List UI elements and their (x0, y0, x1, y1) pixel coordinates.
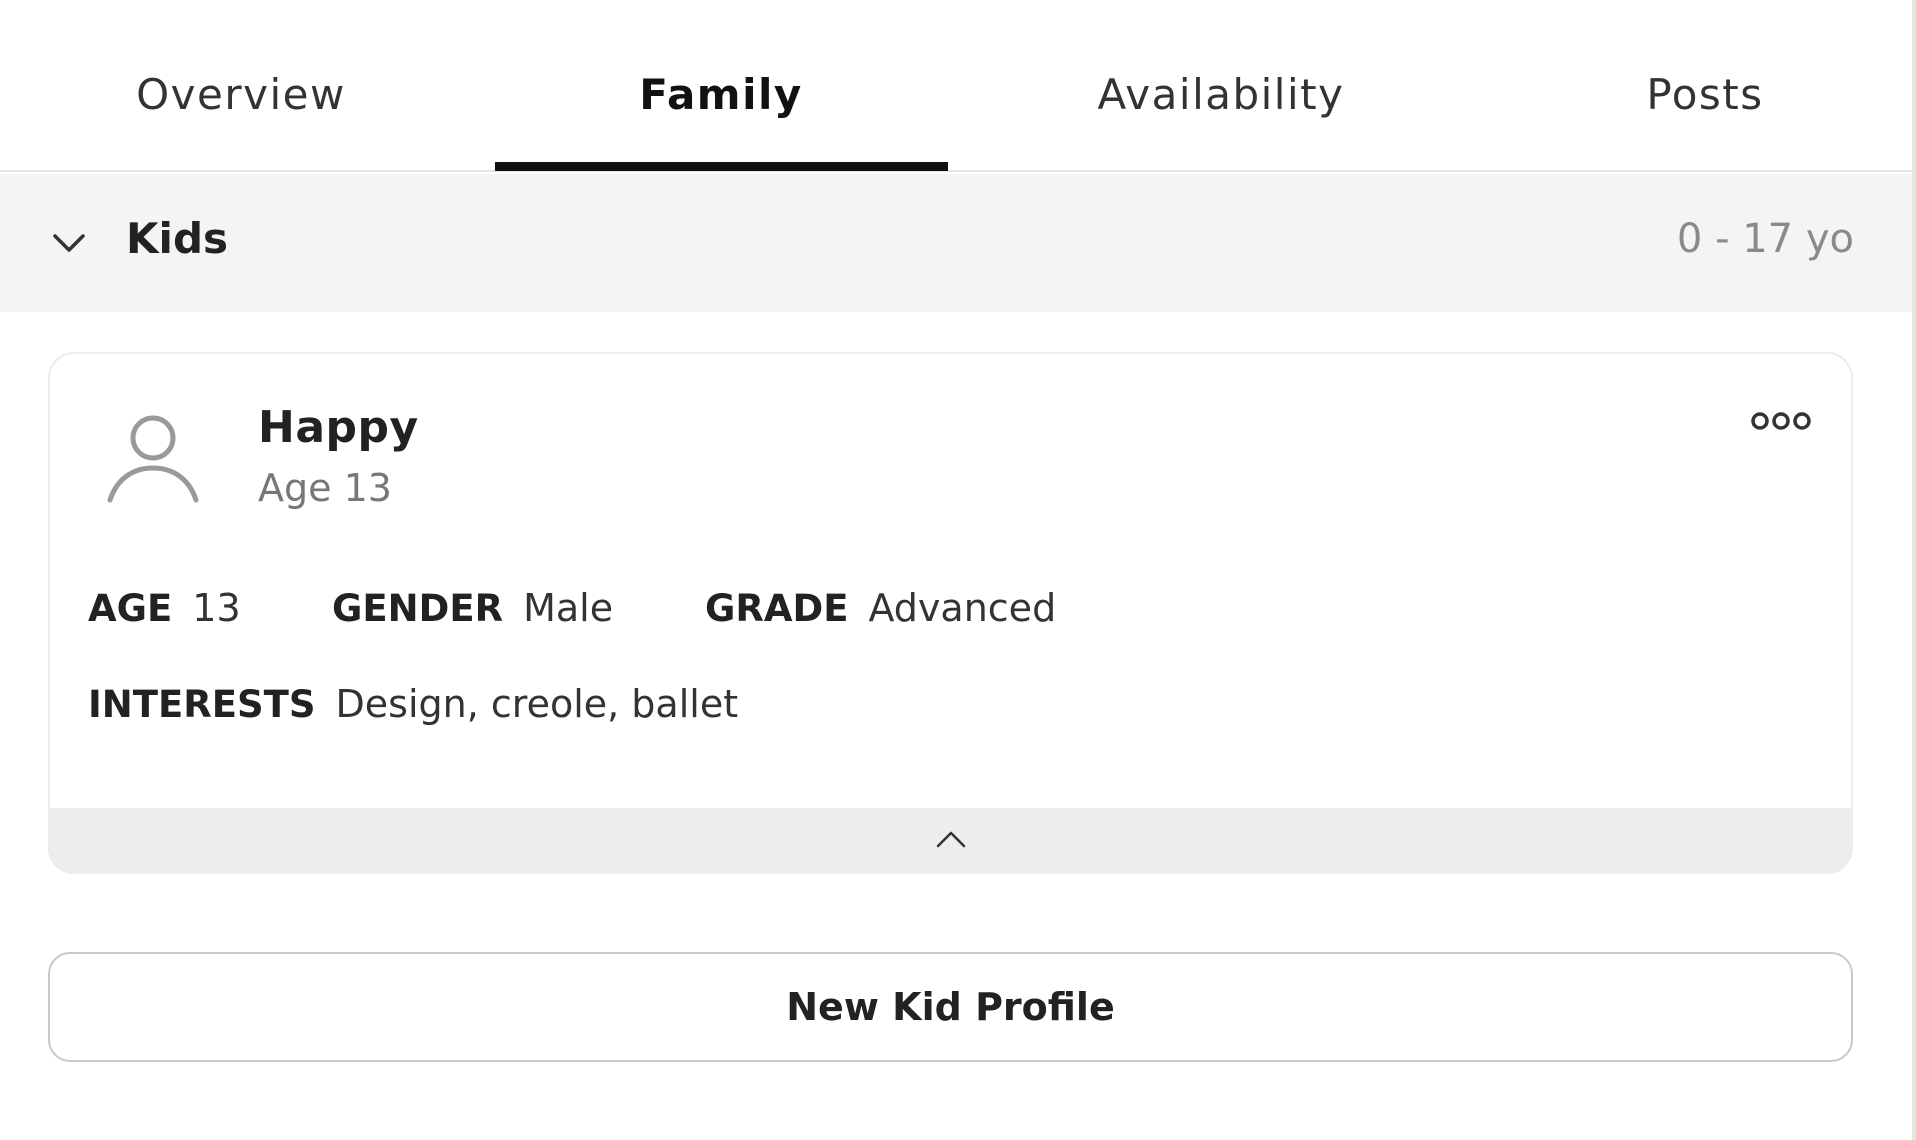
user-silhouette-icon (107, 415, 199, 503)
more-options-icon[interactable] (1750, 408, 1812, 434)
interests-label: INTERESTS (88, 683, 316, 726)
interests-field: INTERESTS Design, creole, ballet (88, 682, 738, 726)
tab-overview[interactable]: Overview (120, 70, 362, 140)
gender-label: GENDER (332, 587, 504, 630)
gender-field: GENDER Male (332, 586, 613, 630)
tab-posts[interactable]: Posts (1620, 70, 1790, 140)
active-tab-indicator (495, 162, 948, 171)
grade-field: GRADE Advanced (705, 586, 1056, 630)
scrollbar-track[interactable] (1912, 0, 1916, 1140)
family-panel: Overview Family Availability Posts Kids … (0, 0, 1916, 1140)
kid-name: Happy (258, 402, 419, 453)
age-field: AGE 13 (88, 586, 241, 630)
grade-value: Advanced (868, 586, 1057, 630)
age-label: AGE (88, 587, 173, 630)
section-age-range: 0 - 17 yo (1676, 216, 1854, 262)
gender-value: Male (523, 586, 614, 630)
chevron-up-icon (936, 831, 966, 848)
chevron-down-icon[interactable] (52, 232, 86, 254)
new-kid-profile-button[interactable]: New Kid Profile (48, 952, 1853, 1062)
age-value: 13 (192, 586, 241, 630)
collapse-card-button[interactable] (48, 808, 1853, 874)
tab-family[interactable]: Family (600, 70, 842, 140)
interests-value: Design, creole, ballet (335, 682, 739, 726)
tab-bar: Overview Family Availability Posts (0, 0, 1912, 172)
tab-availability[interactable]: Availability (1080, 70, 1362, 140)
kid-age-subtitle: Age 13 (258, 466, 392, 510)
grade-label: GRADE (705, 587, 849, 630)
kids-section-header[interactable] (0, 174, 1912, 312)
section-title: Kids (126, 214, 229, 263)
